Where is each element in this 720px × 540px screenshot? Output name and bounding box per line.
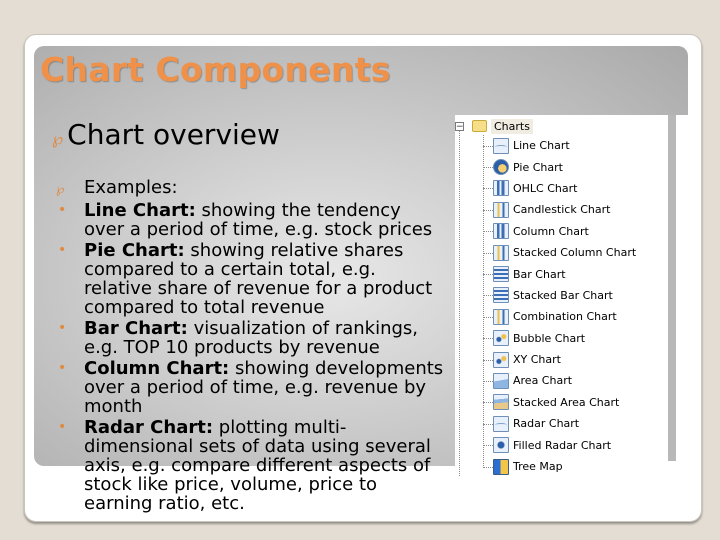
tree-connector <box>483 338 493 340</box>
tree-item[interactable]: Candlestick Chart <box>455 199 699 220</box>
bullet-dot-icon: • <box>58 320 67 336</box>
tree-item[interactable]: Filled Radar Chart <box>455 434 699 455</box>
tree-item[interactable]: OHLC Chart <box>455 178 699 199</box>
bullet-dot-icon: • <box>58 202 67 218</box>
tree-connector <box>483 274 493 276</box>
tree-connector <box>483 316 493 318</box>
slide-title: Chart Components <box>40 50 391 89</box>
tree-item-label[interactable]: Area Chart <box>513 374 572 387</box>
bullet-text: Line Chart: showing the tendency over a … <box>84 201 446 239</box>
bar-chart-icon <box>493 266 509 283</box>
bullet-term: Radar Chart: <box>84 417 214 438</box>
line-chart-icon <box>493 137 509 154</box>
tree-connector <box>483 145 493 147</box>
curl-bullet-icon: ℘ <box>56 182 65 196</box>
tree-item-label[interactable]: OHLC Chart <box>513 182 577 195</box>
tree-item-label[interactable]: Candlestick Chart <box>513 203 610 216</box>
example-bullet: • Column Chart: showing developments over… <box>56 359 446 416</box>
tree-item-label[interactable]: XY Chart <box>513 353 561 366</box>
bullet-term: Column Chart: <box>84 358 230 379</box>
tree-item-label[interactable]: Bar Chart <box>513 268 566 281</box>
examples-label-row: ℘ Examples: <box>56 178 446 199</box>
bullet-dot-icon: • <box>58 360 67 376</box>
tree-item-label[interactable]: Stacked Column Chart <box>513 246 636 259</box>
tree-connector <box>483 445 493 447</box>
stacked-bar-chart-icon <box>493 287 509 304</box>
tree-items: Line Chart Pie Chart OHLC Chart Candlestick… <box>455 135 699 477</box>
tree-item[interactable]: Tree Map <box>455 456 699 477</box>
examples-label: Examples: <box>84 177 178 198</box>
tree-item[interactable]: XY Chart <box>455 349 699 370</box>
bullet-text: Radar Chart: plotting multi-dimensional … <box>84 418 446 513</box>
tree-map-icon <box>493 458 509 475</box>
tree-connector <box>483 423 493 425</box>
tree-item[interactable]: Bubble Chart <box>455 328 699 349</box>
tree-item-label[interactable]: Pie Chart <box>513 161 563 174</box>
stacked-column-chart-icon <box>493 244 509 261</box>
bullet-dot-icon: • <box>58 242 67 258</box>
bullet-text: Column Chart: showing developments over … <box>84 359 446 416</box>
combination-chart-icon <box>493 308 509 325</box>
tree-item[interactable]: Area Chart <box>455 370 699 391</box>
panel-shadow-edge <box>668 115 676 461</box>
section-heading: ℘ Chart overview <box>52 118 280 151</box>
examples-list: ℘ Examples: • Line Chart: showing the ten… <box>56 178 446 515</box>
tree-item-label[interactable]: Filled Radar Chart <box>513 439 611 452</box>
tree-item[interactable]: Stacked Column Chart <box>455 242 699 263</box>
example-bullet: • Pie Chart: showing relative shares comp… <box>56 241 446 317</box>
tree-item-label[interactable]: Column Chart <box>513 225 589 238</box>
tree-connector <box>483 359 493 361</box>
bubble-chart-icon <box>493 330 509 347</box>
column-chart-icon <box>493 223 509 240</box>
tree-item-label[interactable]: Bubble Chart <box>513 332 585 345</box>
pie-chart-icon <box>493 159 509 176</box>
tree-connector <box>483 380 493 382</box>
tree-connector <box>483 209 493 211</box>
stacked-area-chart-icon <box>493 394 509 411</box>
tree-connector <box>483 167 493 169</box>
tree-item[interactable]: Stacked Area Chart <box>455 392 699 413</box>
tree-connector <box>483 402 493 404</box>
example-bullet: • Radar Chart: plotting multi-dimensional… <box>56 418 446 513</box>
candlestick-chart-icon <box>493 201 509 218</box>
tree-item-label[interactable]: Radar Chart <box>513 417 579 430</box>
bullet-text: Pie Chart: showing relative shares compa… <box>84 241 446 317</box>
tree-root-label[interactable]: Charts <box>491 118 533 134</box>
radar-chart-icon <box>493 415 509 432</box>
tree-item[interactable]: Column Chart <box>455 221 699 242</box>
tree-connector <box>483 252 493 254</box>
tree-connector <box>483 231 493 233</box>
tree-item[interactable]: Radar Chart <box>455 413 699 434</box>
tree-item-label[interactable]: Combination Chart <box>513 310 617 323</box>
tree-connector <box>483 466 493 468</box>
bullet-term: Pie Chart: <box>84 240 185 261</box>
filled-radar-chart-icon <box>493 437 509 454</box>
curl-bullet-icon: ℘ <box>52 129 64 148</box>
chart-type-tree: − Charts Line Chart Pie Chart OHLC Chart Ca… <box>455 115 699 482</box>
example-bullet: • Line Chart: showing the tendency over a… <box>56 201 446 239</box>
tree-item-label[interactable]: Stacked Area Chart <box>513 396 619 409</box>
collapse-icon[interactable]: − <box>455 121 464 131</box>
tree-connector <box>483 188 493 190</box>
bullet-term: Line Chart: <box>84 200 196 221</box>
area-chart-icon <box>493 372 509 389</box>
ohlc-chart-icon <box>493 180 509 197</box>
section-heading-text: Chart overview <box>67 118 280 151</box>
tree-item[interactable]: Combination Chart <box>455 306 699 327</box>
tree-item-label[interactable]: Line Chart <box>513 139 570 152</box>
folder-icon <box>472 120 487 132</box>
tree-item[interactable]: Line Chart <box>455 135 699 156</box>
bullet-text: Bar Chart: visualization of rankings, e.… <box>84 319 446 357</box>
tree-connector <box>483 295 493 297</box>
tree-item[interactable]: Stacked Bar Chart <box>455 285 699 306</box>
bullet-term: Bar Chart: <box>84 318 188 339</box>
example-bullet: • Bar Chart: visualization of rankings, e… <box>56 319 446 357</box>
xy-chart-icon <box>493 351 509 368</box>
bullet-dot-icon: • <box>58 419 67 435</box>
tree-item-label[interactable]: Stacked Bar Chart <box>513 289 613 302</box>
tree-item-label[interactable]: Tree Map <box>513 460 563 473</box>
tree-item[interactable]: Pie Chart <box>455 156 699 177</box>
tree-item[interactable]: Bar Chart <box>455 263 699 284</box>
tree-root-node[interactable]: − Charts <box>455 117 533 135</box>
